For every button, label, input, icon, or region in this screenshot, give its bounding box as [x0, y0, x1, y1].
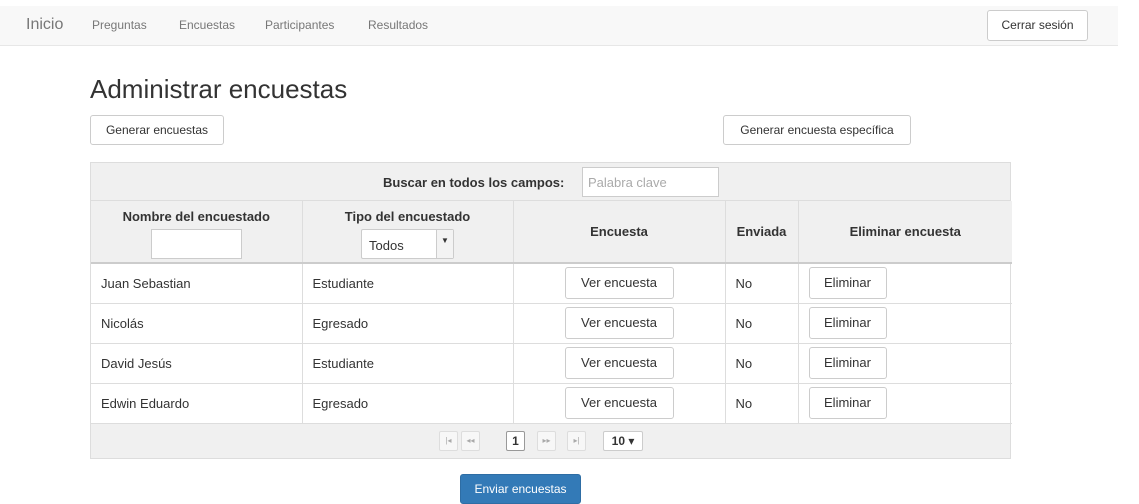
row-name: Nicolás [91, 303, 303, 344]
view-survey-button[interactable]: Ver encuesta [564, 307, 674, 339]
row-delete-cell: Eliminar [798, 343, 1012, 384]
nav-link-resultados[interactable]: Resultados [368, 18, 428, 32]
column-header-name[interactable]: Nombre del encuestado [91, 201, 303, 264]
column-header-delete: Eliminar encuesta [798, 201, 1012, 264]
row-name: Edwin Eduardo [91, 383, 303, 424]
surveys-table: Buscar en todos los campos: Nombre del e… [90, 162, 1012, 459]
delete-button[interactable]: Eliminar [808, 307, 887, 339]
current-page-button[interactable]: 1 [506, 430, 525, 451]
page-size-select[interactable]: 10 ▾ [603, 430, 643, 451]
column-header-sent[interactable]: Enviada [725, 201, 799, 264]
type-filter-value: Todos [369, 238, 404, 253]
row-type: Egresado [302, 303, 514, 344]
column-header-type-label: Tipo del encuestado [344, 209, 471, 224]
row-type: Egresado [302, 383, 514, 424]
row-type: Estudiante [302, 263, 514, 304]
delete-button[interactable]: Eliminar [808, 387, 887, 419]
table-row: David Jesús Estudiante Ver encuesta No E… [91, 343, 1012, 384]
logout-button[interactable]: Cerrar sesión [987, 10, 1088, 41]
table-row: Nicolás Egresado Ver encuesta No Elimina… [91, 303, 1012, 344]
row-survey-cell: Ver encuesta [513, 263, 726, 304]
column-header-name-label: Nombre del encuestado [122, 209, 270, 224]
row-delete-cell: Eliminar [798, 303, 1012, 344]
pager: |◂ ◂◂ 1 ▸▸ ▸| 10 ▾ [91, 423, 1010, 458]
view-survey-button[interactable]: Ver encuesta [564, 387, 674, 419]
row-survey-cell: Ver encuesta [513, 383, 726, 424]
view-survey-button[interactable]: Ver encuesta [564, 267, 674, 300]
row-name: Juan Sebastian [91, 263, 303, 304]
surveys-grid: Nombre del encuestado Tipo del encuestad… [91, 201, 1012, 424]
navbar: Inicio Preguntas Encuestas Participantes… [0, 6, 1118, 46]
row-delete-cell: Eliminar [798, 263, 1012, 304]
send-surveys-button[interactable]: Enviar encuestas [460, 474, 581, 504]
nav-link-participantes[interactable]: Participantes [265, 18, 334, 32]
last-page-button[interactable]: ▸| [567, 430, 586, 451]
column-header-type[interactable]: Tipo del encuestado Todos ▼ [302, 201, 514, 264]
delete-button[interactable]: Eliminar [808, 347, 887, 379]
nav-link-encuestas[interactable]: Encuestas [179, 18, 235, 32]
table-row: Juan Sebastian Estudiante Ver encuesta N… [91, 263, 1012, 304]
caret-down-icon: ▼ [436, 230, 453, 258]
table-header-row: Nombre del encuestado Tipo del encuestad… [91, 201, 1012, 264]
row-sent: No [725, 303, 799, 344]
view-survey-button[interactable]: Ver encuesta [564, 347, 674, 379]
page-title: Administrar encuestas [90, 74, 348, 104]
name-filter-input[interactable] [150, 229, 242, 259]
search-bar: Buscar en todos los campos: [91, 163, 1010, 201]
table-row: Edwin Eduardo Egresado Ver encuesta No E… [91, 383, 1012, 424]
prev-page-button[interactable]: ◂◂ [461, 430, 480, 451]
row-sent: No [725, 263, 799, 304]
row-name: David Jesús [91, 343, 303, 384]
row-sent: No [725, 343, 799, 384]
search-input[interactable] [582, 167, 719, 197]
next-page-button[interactable]: ▸▸ [537, 430, 556, 451]
row-delete-cell: Eliminar [798, 383, 1012, 424]
row-survey-cell: Ver encuesta [513, 343, 726, 384]
nav-link-preguntas[interactable]: Preguntas [92, 18, 147, 32]
first-page-button[interactable]: |◂ [439, 430, 458, 451]
generate-specific-survey-button[interactable]: Generar encuesta específica [723, 115, 911, 145]
type-filter-select[interactable]: Todos ▼ [361, 229, 454, 259]
search-label: Buscar en todos los campos: [383, 175, 565, 190]
delete-button[interactable]: Eliminar [808, 267, 887, 300]
generate-surveys-button[interactable]: Generar encuestas [90, 115, 224, 145]
row-sent: No [725, 383, 799, 424]
column-header-survey[interactable]: Encuesta [513, 201, 726, 264]
nav-brand-link[interactable]: Inicio [26, 16, 63, 34]
row-survey-cell: Ver encuesta [513, 303, 726, 344]
row-type: Estudiante [302, 343, 514, 384]
